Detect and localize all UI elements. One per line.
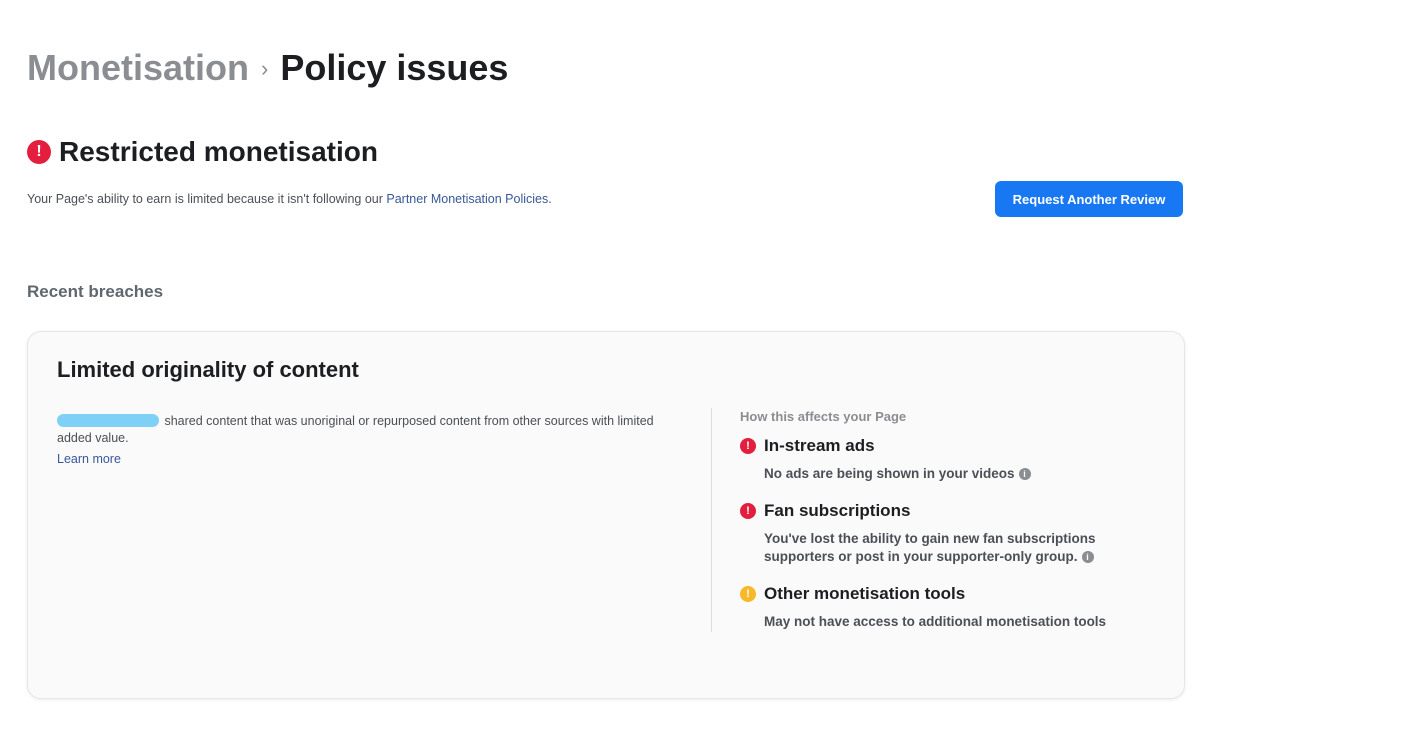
effect-title: Fan subscriptions [764,501,911,520]
effects-heading: How this affects your Page [740,409,907,424]
partner-monetisation-policies-link[interactable]: Partner Monetisation Policies [386,192,548,206]
effect-description: No ads are being shown in your videos [764,466,1015,481]
redacted-page-name [57,414,159,427]
effect-title: Other monetisation tools [764,584,966,603]
recent-breaches-heading: Recent breaches [27,282,164,301]
warning-icon: ! [740,586,756,602]
info-icon[interactable]: i [1081,551,1094,563]
breadcrumb: Monetisation › Policy issues [27,46,508,90]
effect-description: May not have access to additional moneti… [764,614,1107,629]
info-icon[interactable]: i [1018,468,1031,480]
effect-title: In-stream ads [764,436,875,455]
alert-icon: ! [27,140,51,164]
effects-panel: How this affects your Page ! In-stream a… [740,409,1160,649]
breach-title: Limited originality of content [57,357,359,382]
alert-icon: ! [740,438,756,454]
divider [711,408,712,632]
chevron-right-icon: › [261,56,269,81]
effect-description: You've lost the ability to gain new fan … [764,531,1096,564]
learn-more-link[interactable]: Learn more [57,452,121,466]
breach-description: shared content that was unoriginal or re… [57,413,687,447]
effect-fan-subscriptions: ! Fan subscriptions You've lost the abil… [740,501,1160,566]
status-description: Your Page's ability to earn is limited b… [27,192,552,206]
alert-icon: ! [740,503,756,519]
page-title: Policy issues [280,47,509,88]
effect-other-monetisation-tools: ! Other monetisation tools May not have … [740,584,1160,631]
breadcrumb-monetisation-link[interactable]: Monetisation [27,47,249,89]
status-header: ! Restricted monetisation [27,136,378,168]
status-title: Restricted monetisation [59,136,378,167]
effect-in-stream-ads: ! In-stream ads No ads are being shown i… [740,436,1160,483]
request-another-review-button[interactable]: Request Another Review [995,181,1183,217]
status-description-text: Your Page's ability to earn is limited b… [27,192,387,206]
status-description-end: . [548,192,552,206]
breach-card: Limited originality of content shared co… [27,331,1185,699]
